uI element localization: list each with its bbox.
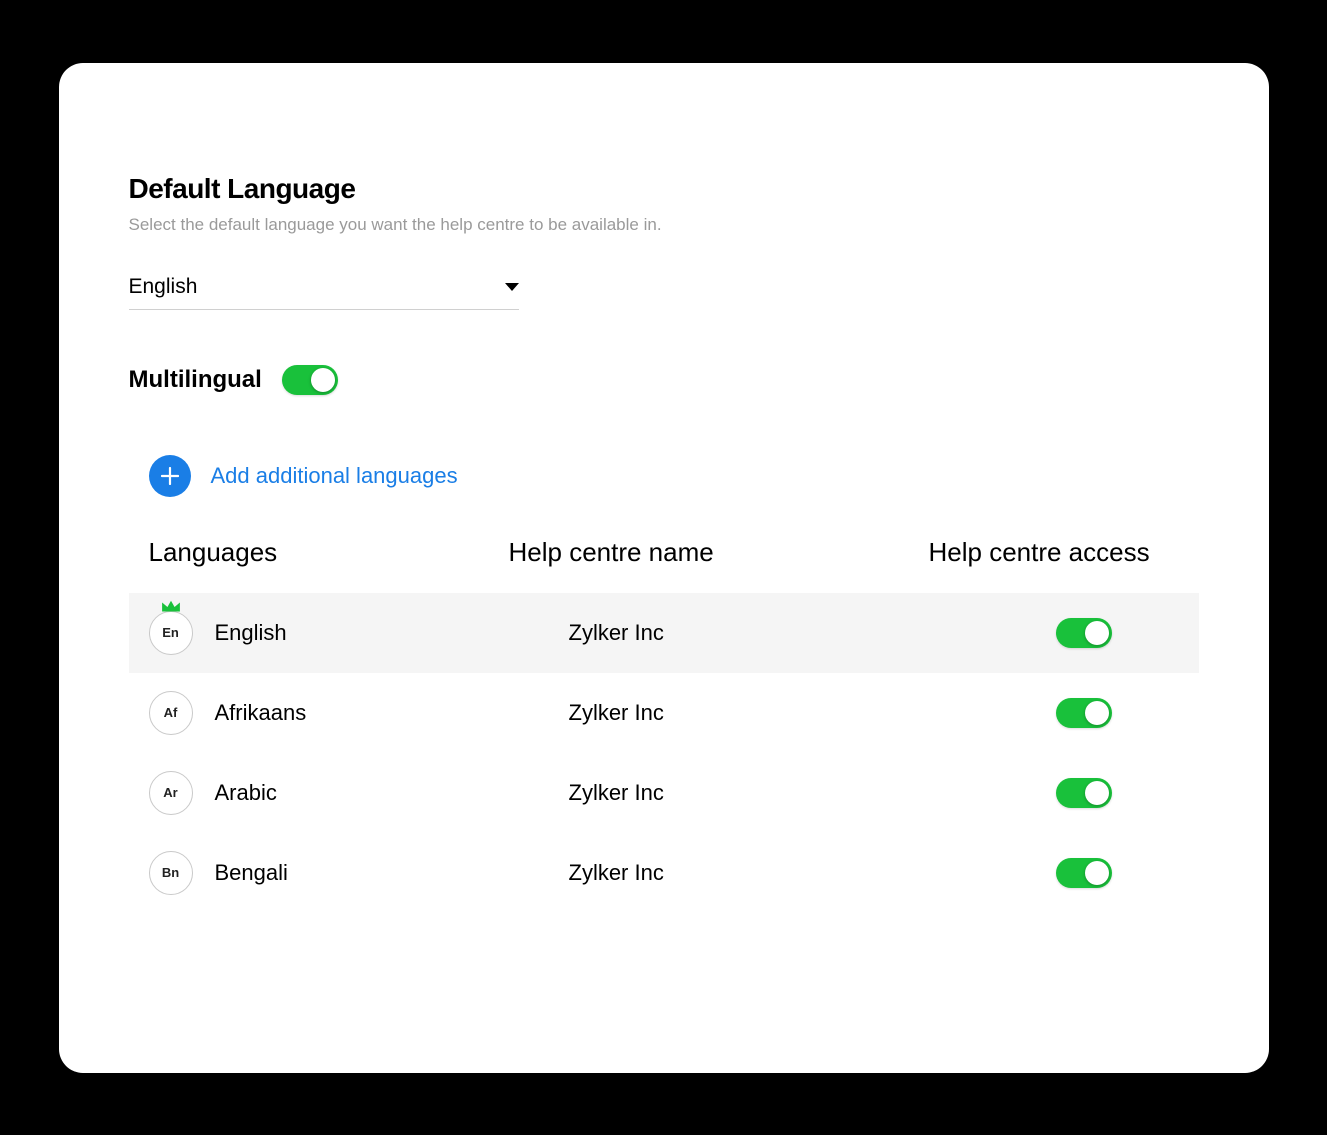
language-code-badge-wrap: Bn — [149, 851, 193, 895]
header-help-centre-name: Help centre name — [509, 537, 929, 568]
cell-language: Bn Bengali — [149, 851, 509, 895]
caret-down-icon — [505, 283, 519, 291]
language-code-badge: Ar — [149, 771, 193, 815]
default-language-title: Default Language — [129, 173, 1199, 205]
multilingual-row: Multilingual — [129, 365, 1199, 395]
cell-help-centre-name: Zylker Inc — [509, 700, 929, 726]
cell-help-centre-access — [929, 778, 1179, 808]
language-name: Arabic — [215, 780, 277, 806]
language-code-badge: Af — [149, 691, 193, 735]
default-language-description: Select the default language you want the… — [129, 215, 1199, 235]
toggle-knob — [311, 368, 335, 392]
languages-table: Languages Help centre name Help centre a… — [129, 537, 1199, 913]
language-code-badge: En — [149, 611, 193, 655]
cell-help-centre-access — [929, 858, 1179, 888]
cell-language: En English — [149, 611, 509, 655]
language-code-badge-wrap: Ar — [149, 771, 193, 815]
default-language-select[interactable]: English — [129, 275, 519, 310]
language-name: Bengali — [215, 860, 288, 886]
toggle-knob — [1085, 781, 1109, 805]
cell-help-centre-access — [929, 618, 1179, 648]
language-code-badge-wrap: Af — [149, 691, 193, 735]
cell-language: Af Afrikaans — [149, 691, 509, 735]
language-code-badge-wrap: En — [149, 611, 193, 655]
add-languages-label: Add additional languages — [211, 463, 458, 489]
header-languages: Languages — [149, 537, 509, 568]
access-toggle[interactable] — [1056, 778, 1112, 808]
default-language-value: English — [129, 275, 198, 299]
cell-help-centre-name: Zylker Inc — [509, 860, 929, 886]
language-code-badge: Bn — [149, 851, 193, 895]
plus-icon — [149, 455, 191, 497]
language-name: English — [215, 620, 287, 646]
cell-language: Ar Arabic — [149, 771, 509, 815]
multilingual-toggle[interactable] — [282, 365, 338, 395]
access-toggle[interactable] — [1056, 858, 1112, 888]
cell-help-centre-access — [929, 698, 1179, 728]
table-row: Af Afrikaans Zylker Inc — [129, 673, 1199, 753]
language-name: Afrikaans — [215, 700, 307, 726]
table-row: Bn Bengali Zylker Inc — [129, 833, 1199, 913]
table-header-row: Languages Help centre name Help centre a… — [129, 537, 1199, 593]
table-row: Ar Arabic Zylker Inc — [129, 753, 1199, 833]
multilingual-label: Multilingual — [129, 366, 262, 394]
toggle-knob — [1085, 701, 1109, 725]
toggle-knob — [1085, 621, 1109, 645]
settings-card: Default Language Select the default lang… — [59, 63, 1269, 1073]
crown-icon — [160, 599, 182, 615]
header-help-centre-access: Help centre access — [929, 537, 1179, 568]
access-toggle[interactable] — [1056, 698, 1112, 728]
table-row: En English Zylker Inc — [129, 593, 1199, 673]
toggle-knob — [1085, 861, 1109, 885]
add-languages-button[interactable]: Add additional languages — [149, 455, 1199, 497]
cell-help-centre-name: Zylker Inc — [509, 620, 929, 646]
access-toggle[interactable] — [1056, 618, 1112, 648]
cell-help-centre-name: Zylker Inc — [509, 780, 929, 806]
